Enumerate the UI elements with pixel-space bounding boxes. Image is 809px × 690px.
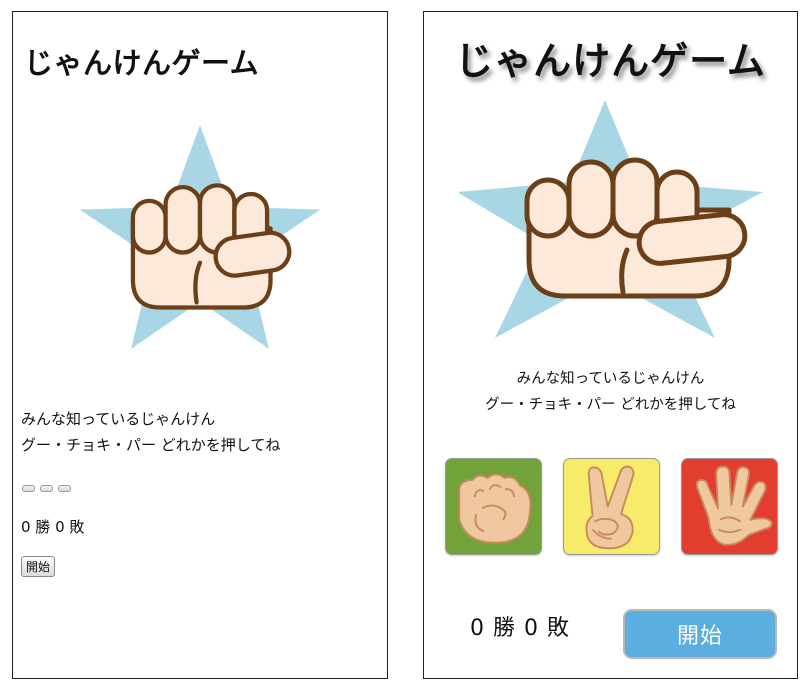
score-text: 0 勝 0 敗 bbox=[470, 616, 570, 641]
score-text: 0 勝 0 敗 bbox=[21, 518, 85, 536]
rock-hand-icon bbox=[458, 473, 532, 544]
fist-on-star-icon bbox=[79, 125, 321, 349]
unstyled-preview-panel: じゃんけんゲーム みんな知っているじゃんけん グー・チョキ・パー どれかを押して… bbox=[12, 11, 388, 679]
page-title: じゃんけんゲーム bbox=[455, 39, 766, 83]
message-line-2: グー・チョキ・パー どれかを押してね bbox=[485, 397, 736, 413]
hand-button-group bbox=[22, 485, 71, 492]
scissors-hand-icon bbox=[585, 465, 635, 550]
rock-button[interactable] bbox=[445, 458, 542, 555]
page-title: じゃんけんゲーム bbox=[24, 46, 260, 80]
fist-on-star-icon bbox=[459, 100, 763, 338]
message-line-1: みんな知っているじゃんけん bbox=[516, 371, 705, 387]
styled-preview-panel: じゃんけんゲーム みんな知っているじゃんけん グー・チョキ・パー どれかを押して… bbox=[423, 11, 798, 679]
rock-button[interactable] bbox=[22, 485, 35, 492]
scissors-button[interactable] bbox=[563, 458, 660, 555]
start-button[interactable]: 開始 bbox=[623, 609, 777, 659]
message-line-2: グー・チョキ・パー どれかを押してね bbox=[21, 436, 281, 454]
scissors-button[interactable] bbox=[40, 485, 53, 492]
paper-hand-icon bbox=[695, 465, 773, 546]
message-line-1: みんな知っているじゃんけん bbox=[21, 410, 216, 428]
paper-button[interactable] bbox=[58, 485, 71, 492]
paper-button[interactable] bbox=[681, 458, 778, 555]
start-button[interactable]: 開始 bbox=[21, 556, 56, 577]
